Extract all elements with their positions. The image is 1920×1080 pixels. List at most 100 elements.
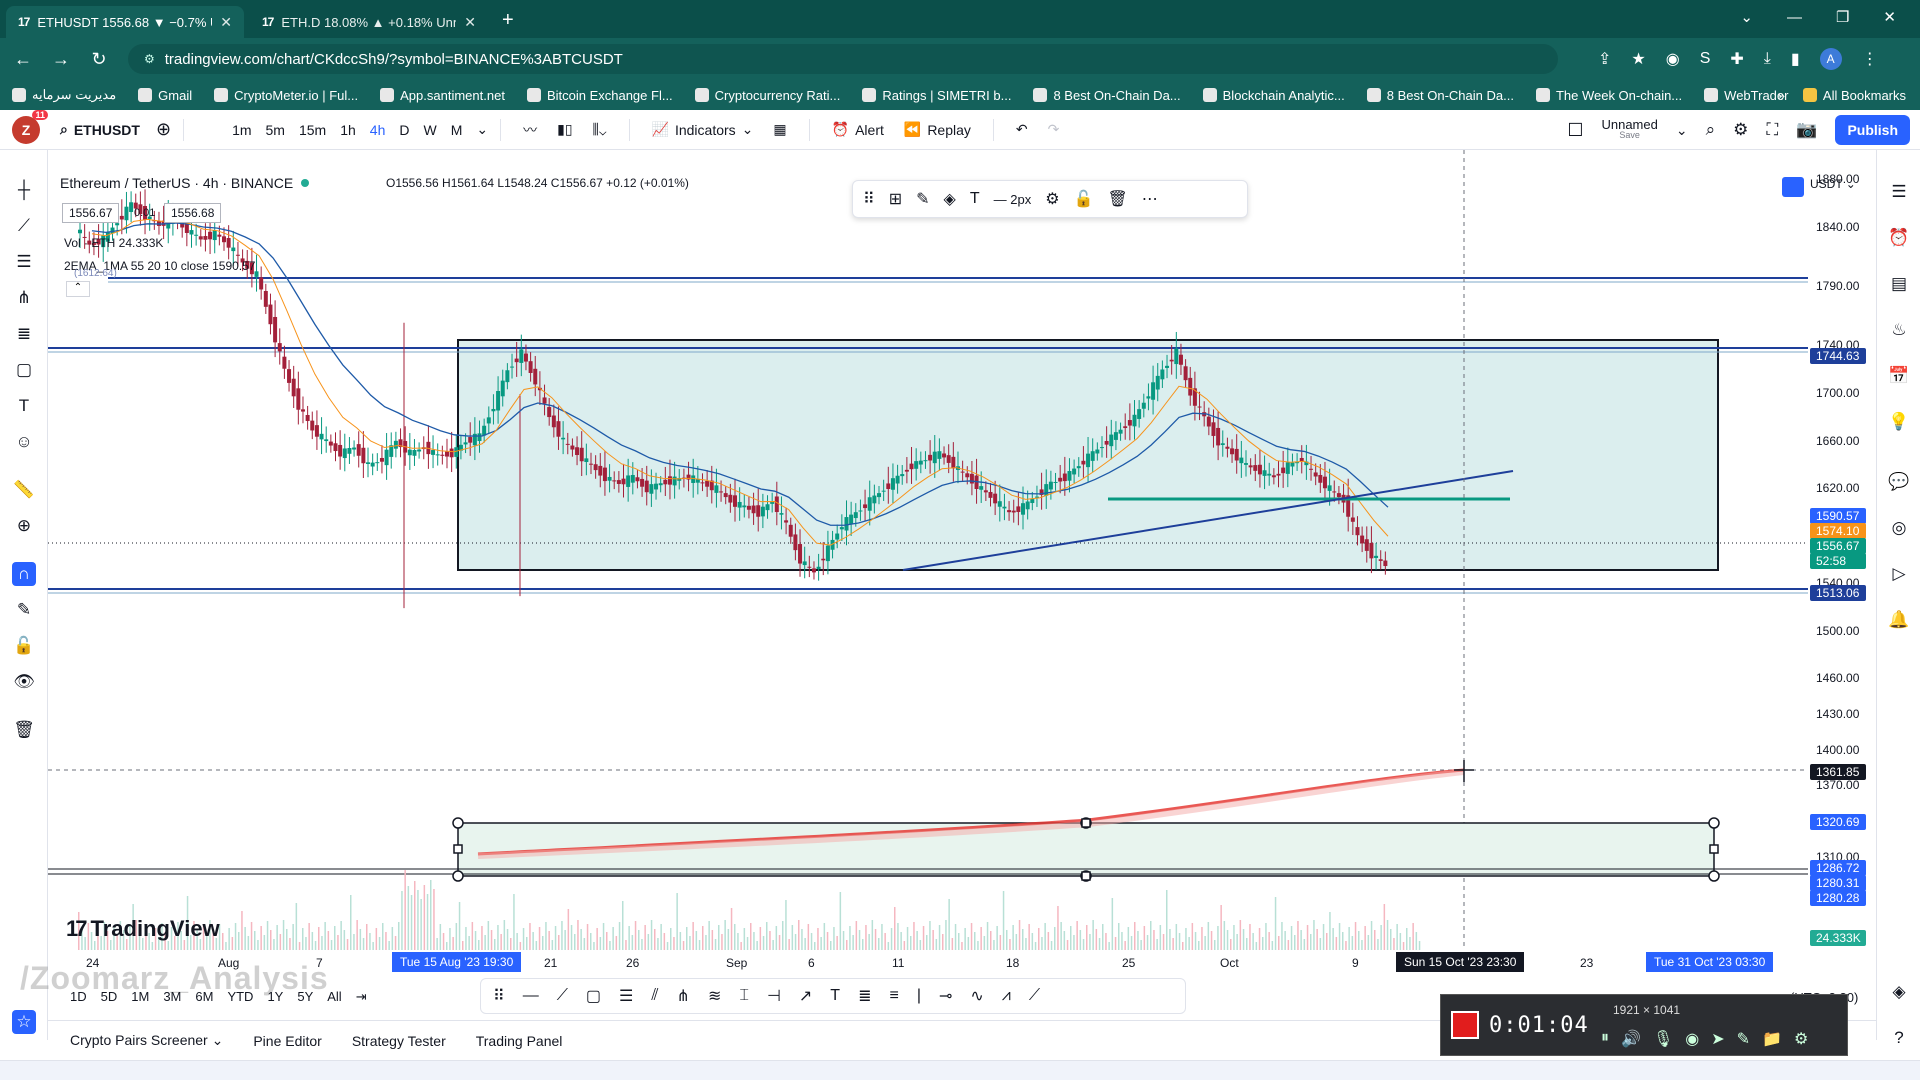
bookmark-item[interactable]: Cryptocurrency Rati...: [694, 88, 840, 103]
bookmark-item[interactable]: Ratings | SIMETRI b...: [862, 88, 1011, 103]
reload-icon[interactable]: ↻: [84, 49, 114, 70]
close-tab-icon[interactable]: ✕: [220, 14, 232, 31]
curve-icon[interactable]: ∿: [970, 986, 983, 1006]
site-info-icon[interactable]: ⚙: [144, 52, 155, 66]
fullscreen-chart-icon[interactable]: [1782, 177, 1804, 197]
chart-type-bars-icon[interactable]: ⫼⌄: [593, 121, 607, 138]
range-all[interactable]: All: [327, 989, 341, 1005]
bookmark-item[interactable]: Blockchain Analytic...: [1202, 88, 1345, 103]
layout-name-button[interactable]: Unnamed Save: [1601, 118, 1657, 141]
volume-indicator-legend[interactable]: Vol · ETH 24.333K: [64, 236, 163, 250]
cursor-icon[interactable]: ➤: [1711, 1029, 1724, 1049]
fib-extension-icon[interactable]: ≣: [858, 986, 871, 1006]
fib-icon[interactable]: ≋: [708, 986, 721, 1006]
range-1d[interactable]: 1D: [70, 989, 87, 1005]
timeframe-15m[interactable]: 15m: [299, 122, 326, 138]
symbol-search-button[interactable]: ⌕ ETHUSDT: [60, 121, 140, 138]
settings-gear-icon[interactable]: ⚙: [1733, 120, 1748, 140]
parallel-channel-icon[interactable]: ☰: [619, 986, 633, 1006]
range-1m[interactable]: 1M: [131, 989, 149, 1005]
compare-add-icon[interactable]: ⊕: [156, 119, 171, 140]
stay-drawing-pencil-icon[interactable]: ✎: [12, 598, 36, 622]
rectangle-icon[interactable]: ▢: [586, 986, 601, 1006]
streams-icon[interactable]: ◎: [1887, 516, 1911, 540]
line-color-pencil-icon[interactable]: ✎: [916, 189, 929, 209]
draw-pen-icon[interactable]: ✎: [1737, 1029, 1750, 1049]
horizontal-lines-icon[interactable]: ☰: [12, 250, 36, 274]
trend-line-icon[interactable]: ⟋: [12, 214, 36, 238]
ideas-bulb-icon[interactable]: 💡: [1887, 410, 1911, 434]
goto-date-icon[interactable]: ⇥: [356, 989, 367, 1005]
settings-gear-icon[interactable]: ⚙: [1045, 189, 1059, 209]
horizontal-line-icon[interactable]: ⊸: [939, 986, 952, 1006]
undo-icon[interactable]: ↶: [1016, 121, 1028, 138]
emoji-icon[interactable]: ☺: [12, 430, 36, 454]
replay-button[interactable]: ⏪ Replay: [904, 121, 971, 138]
bid-price-box[interactable]: 1556.67: [62, 203, 120, 223]
indicators-button[interactable]: 📈 Indicators ⌄: [652, 121, 754, 138]
download-icon[interactable]: ⤓: [1764, 50, 1771, 68]
quick-search-icon[interactable]: ⌕: [1706, 120, 1716, 140]
magnet-icon[interactable]: ∩: [12, 562, 36, 586]
bookmark-item[interactable]: مدیریت سرمایه: [12, 87, 116, 103]
tab-crypto-pairs-screener[interactable]: Crypto Pairs Screener ⌄: [70, 1032, 223, 1049]
chart-type-candles-icon[interactable]: ▮▯: [557, 121, 572, 138]
bookmark-item[interactable]: Gmail: [138, 88, 192, 103]
horizontal-ray-icon[interactable]: —: [523, 987, 539, 1005]
redo-icon[interactable]: ↷: [1048, 121, 1060, 138]
fill-color-bucket-icon[interactable]: ◈: [944, 189, 956, 209]
range-ytd[interactable]: YTD: [227, 989, 253, 1005]
path-icon[interactable]: ⩘: [1002, 987, 1011, 1005]
pause-icon[interactable]: ⏸: [1601, 1029, 1609, 1049]
timeframe-4h[interactable]: 4h: [370, 122, 386, 138]
close-tab-icon[interactable]: ✕: [464, 14, 476, 31]
microphone-icon[interactable]: 🎙: [1653, 1029, 1673, 1049]
text-icon[interactable]: T: [830, 987, 840, 1005]
gann-icon[interactable]: ≡: [889, 987, 898, 1005]
templates-icon[interactable]: ⊞: [889, 189, 902, 209]
all-bookmarks-button[interactable]: All Bookmarks: [1802, 88, 1906, 103]
browser-tab-ethusdt[interactable]: 17 ETHUSDT 1556.68 ▼ −0.7% Unn ✕: [6, 6, 244, 38]
menu-kebab-icon[interactable]: ⋮: [1862, 49, 1878, 69]
trash-icon[interactable]: 🗑: [12, 718, 36, 742]
chevron-down-icon[interactable]: ⌄: [476, 121, 488, 138]
browser-tab-ethd[interactable]: 17 ETH.D 18.08% ▲ +0.18% Unnam ✕: [250, 6, 488, 38]
close-window-icon[interactable]: ✕: [1883, 8, 1896, 26]
bookmark-star-icon[interactable]: ★: [1631, 49, 1645, 69]
user-menu-avatar[interactable]: Z 11: [12, 109, 48, 144]
publish-button[interactable]: Publish: [1835, 115, 1910, 145]
more-options-icon[interactable]: ⋯: [1142, 189, 1158, 209]
lock-drawings-icon[interactable]: 🔓: [12, 634, 36, 658]
chevron-down-icon[interactable]: ⌄: [1676, 122, 1688, 139]
range-6m[interactable]: 6M: [195, 989, 213, 1005]
text-color-icon[interactable]: T: [970, 190, 980, 208]
bookmark-item[interactable]: WebTrader: [1704, 88, 1788, 103]
share-icon[interactable]: ⇪: [1598, 49, 1611, 69]
ruler-icon[interactable]: 📏: [12, 478, 36, 502]
timeframe-5m[interactable]: 5m: [266, 122, 285, 138]
range-3m[interactable]: 3M: [163, 989, 181, 1005]
pitchfork-icon[interactable]: ⋔: [12, 286, 36, 310]
line-width-selector[interactable]: — 2px: [994, 192, 1032, 207]
stop-record-button[interactable]: [1451, 1011, 1479, 1039]
settings-gear-icon[interactable]: ⚙: [1794, 1029, 1808, 1049]
timeframe-d[interactable]: D: [399, 122, 409, 138]
bookmark-item[interactable]: Bitcoin Exchange Fl...: [526, 88, 673, 103]
tab-strategy-tester[interactable]: Strategy Tester: [352, 1033, 446, 1049]
new-tab-icon[interactable]: +: [502, 9, 514, 32]
trash-icon[interactable]: 🗑: [1107, 189, 1127, 209]
tab-search-icon[interactable]: ⌄: [1740, 8, 1753, 26]
timeframe-1m[interactable]: 1m: [232, 122, 251, 138]
collapse-legend-button[interactable]: ⌃: [66, 281, 90, 297]
extension-colorful-icon[interactable]: ◉: [1666, 49, 1680, 69]
timeframe-m[interactable]: M: [451, 122, 463, 138]
forward-icon[interactable]: →: [46, 49, 76, 70]
price-range-icon[interactable]: ⊣: [767, 986, 781, 1006]
bookmark-item[interactable]: 8 Best On-Chain Da...: [1033, 88, 1181, 103]
alerts-clock-icon[interactable]: ⏰: [1887, 226, 1911, 250]
speaker-icon[interactable]: 🔊: [1621, 1029, 1641, 1049]
hide-drawings-eye-icon[interactable]: 👁: [12, 670, 36, 694]
chart-legend[interactable]: Ethereum / TetherUS · 4h · BINANCE: [60, 175, 310, 191]
vertical-line-icon[interactable]: |: [917, 987, 921, 1005]
text-tool-icon[interactable]: T: [12, 394, 36, 418]
